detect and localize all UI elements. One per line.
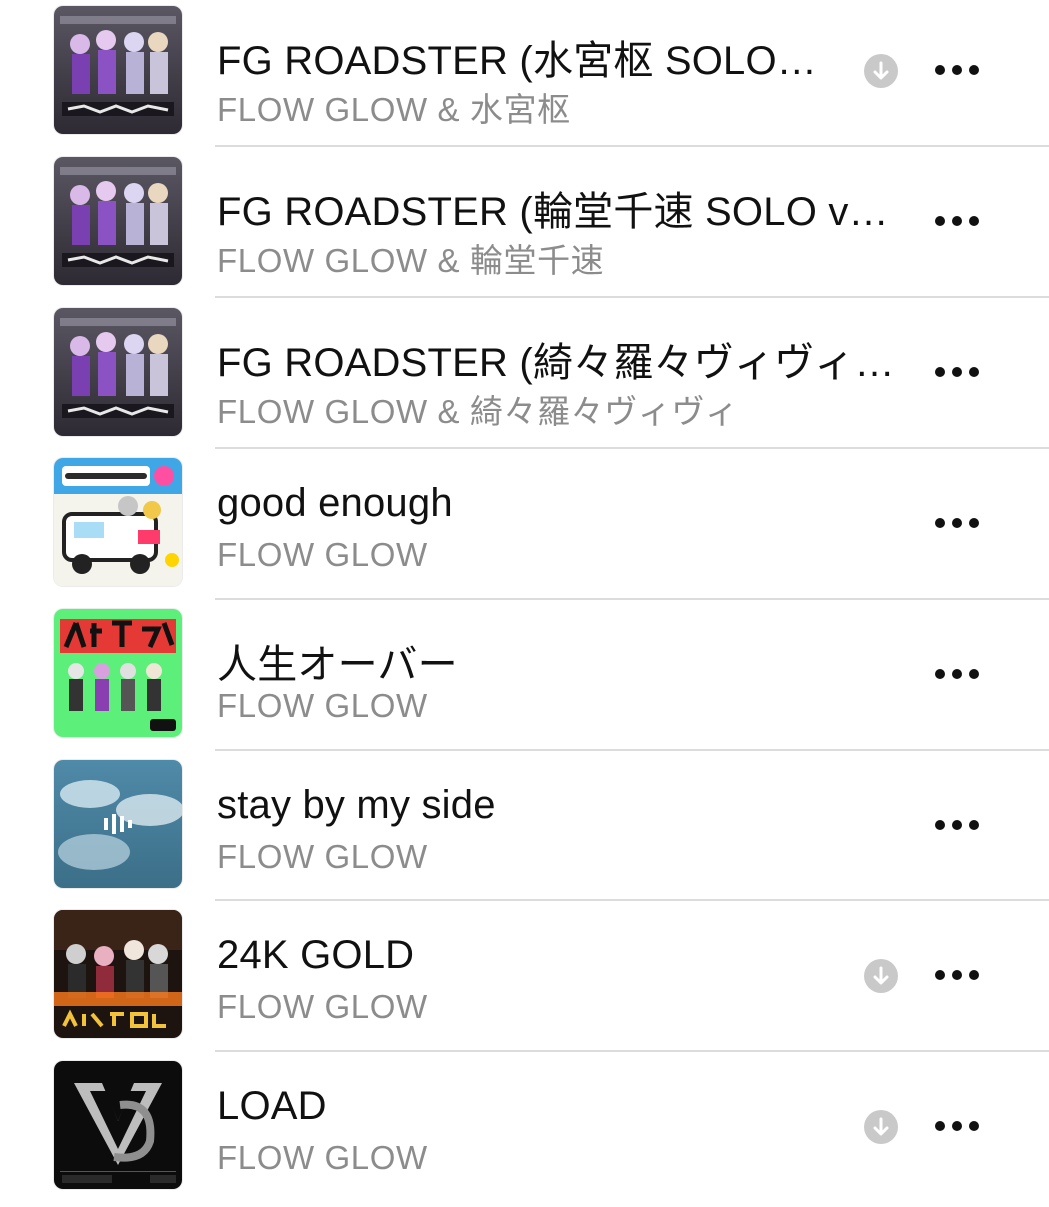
more-options-icon[interactable]: [935, 65, 979, 77]
song-artist: FLOW GLOW: [217, 838, 428, 875]
song-artist: FLOW GLOW & 輪堂千速: [217, 242, 605, 279]
song-title: 24K GOLD: [217, 933, 415, 977]
song-title: FG ROADSTER (輪堂千速 SOLO v…: [217, 190, 889, 234]
row-separator: [215, 296, 1049, 298]
song-row[interactable]: 24K GOLD FLOW GLOW: [0, 905, 1049, 1056]
download-icon[interactable]: [864, 959, 898, 993]
song-row[interactable]: FG ROADSTER (輪堂千速 SOLO v… FLOW GLOW & 輪堂…: [0, 151, 1049, 302]
more-options-icon[interactable]: [935, 669, 979, 681]
song-artist: FLOW GLOW & 綺々羅々ヴィヴィ: [217, 393, 739, 430]
more-options-icon[interactable]: [935, 518, 979, 530]
more-options-icon[interactable]: [935, 216, 979, 228]
download-icon[interactable]: [864, 54, 898, 88]
song-row[interactable]: good enough FLOW GLOW: [0, 453, 1049, 604]
song-title: LOAD: [217, 1084, 327, 1128]
song-title: FG ROADSTER (綺々羅々ヴィヴィ…: [217, 341, 895, 385]
album-art: [54, 760, 182, 888]
row-separator: [215, 749, 1049, 751]
download-icon[interactable]: [864, 1110, 898, 1144]
more-options-icon[interactable]: [935, 970, 979, 982]
song-title: FG ROADSTER (水宮枢 SOLO…: [217, 39, 818, 83]
row-separator: [215, 899, 1049, 901]
row-separator: [215, 145, 1049, 147]
song-artist: FLOW GLOW: [217, 536, 428, 573]
song-row[interactable]: FG ROADSTER (水宮枢 SOLO… FLOW GLOW & 水宮枢: [0, 0, 1049, 151]
song-artist: FLOW GLOW: [217, 687, 428, 724]
song-row[interactable]: stay by my side FLOW GLOW: [0, 755, 1049, 906]
album-art: [54, 1061, 182, 1189]
album-art: [54, 458, 182, 586]
row-separator: [215, 447, 1049, 449]
album-art: [54, 308, 182, 436]
row-separator: [215, 1050, 1049, 1052]
song-title: good enough: [217, 481, 453, 525]
song-artist: FLOW GLOW & 水宮枢: [217, 91, 571, 128]
row-separator: [215, 598, 1049, 600]
album-art: [54, 157, 182, 285]
song-row[interactable]: 人生オーバー FLOW GLOW: [0, 604, 1049, 755]
album-art: [54, 910, 182, 1038]
more-options-icon[interactable]: [935, 367, 979, 379]
song-row[interactable]: LOAD FLOW GLOW: [0, 1056, 1049, 1207]
song-title: 人生オーバー: [217, 643, 458, 687]
album-art: [54, 6, 182, 134]
album-art: [54, 609, 182, 737]
song-row[interactable]: FG ROADSTER (綺々羅々ヴィヴィ… FLOW GLOW & 綺々羅々ヴ…: [0, 302, 1049, 453]
song-title: stay by my side: [217, 783, 496, 827]
song-artist: FLOW GLOW: [217, 1139, 428, 1176]
song-artist: FLOW GLOW: [217, 988, 428, 1025]
more-options-icon[interactable]: [935, 1121, 979, 1133]
more-options-icon[interactable]: [935, 820, 979, 832]
